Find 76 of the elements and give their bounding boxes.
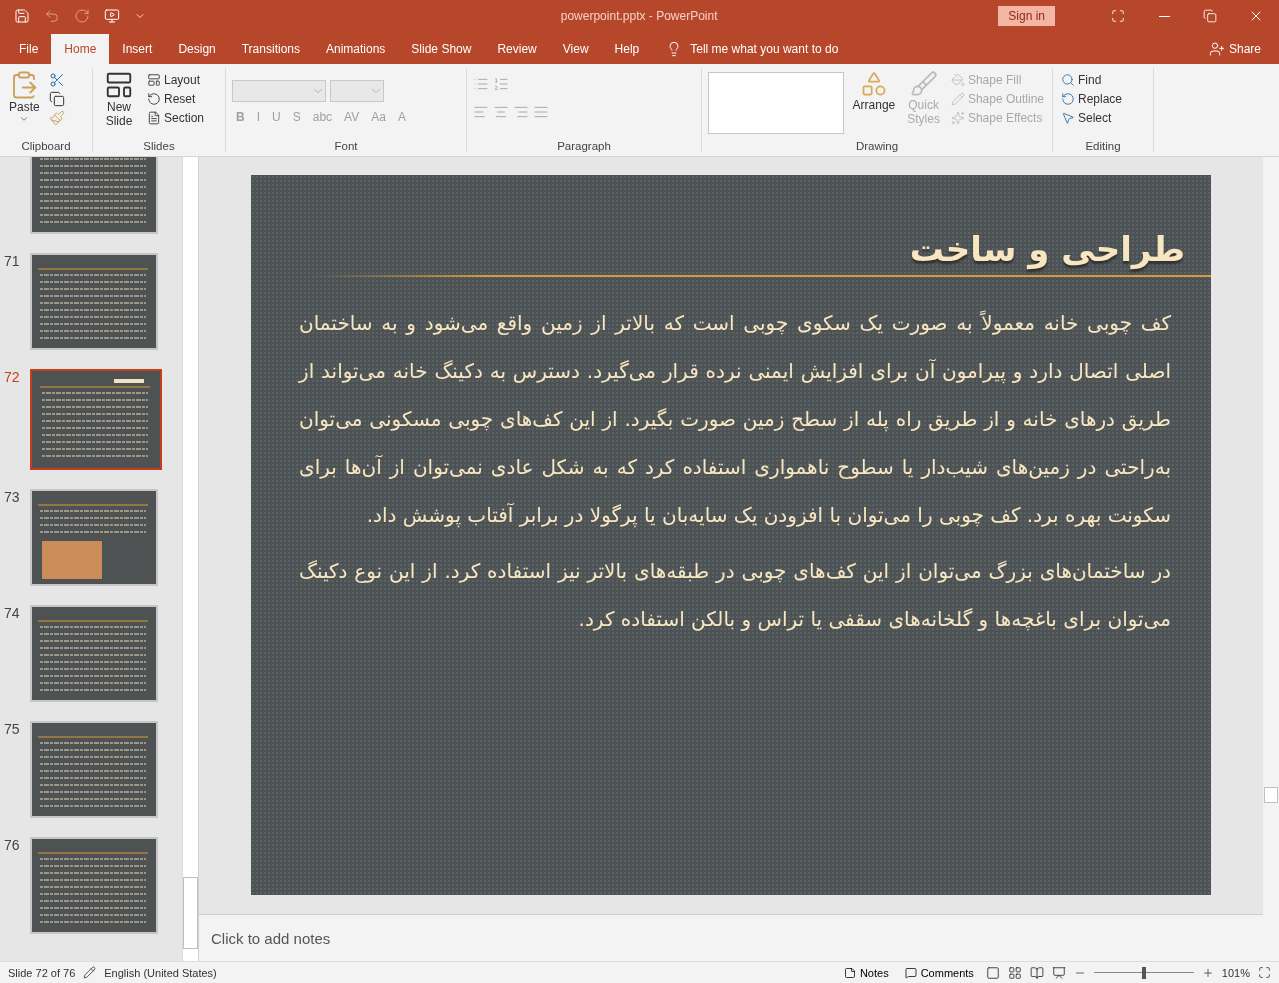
comment-icon: [904, 966, 917, 979]
slides-menu-button[interactable]: Section: [145, 110, 207, 126]
slideshow-icon: [1051, 965, 1066, 980]
slides-menu-button[interactable]: Layout: [145, 72, 207, 88]
notes-icon: [843, 966, 856, 979]
slide-number: 72: [3, 369, 21, 385]
slide-number: 75: [3, 721, 21, 737]
fit-slide-icon: [1258, 966, 1271, 979]
zoom-percent[interactable]: 101%: [1221, 966, 1250, 979]
language-text[interactable]: English (United States): [104, 966, 217, 979]
editing-button[interactable]: Select: [1059, 110, 1125, 126]
ribbon-tab[interactable]: File: [6, 34, 52, 64]
ribbon-tab[interactable]: Slide Show: [398, 34, 485, 64]
slideshow-icon: [104, 8, 120, 24]
group-label: Clipboard: [20, 140, 72, 152]
font-name-field[interactable]: [232, 80, 326, 102]
arrange-button[interactable]: Arrange: [849, 68, 899, 140]
slide-title: طراحی و ساخت: [909, 229, 1185, 269]
shape-format-icon: [950, 92, 965, 106]
slide-counter: Slide 72 of 76: [8, 966, 76, 979]
zoom-in-icon: [1201, 966, 1214, 979]
group-label: Editing: [1084, 140, 1122, 152]
zoom-thumb[interactable]: [1141, 966, 1146, 979]
scissors-icon: [48, 72, 65, 88]
editing-button[interactable]: Find: [1059, 72, 1125, 88]
minimize-icon[interactable]: [1158, 15, 1170, 17]
group-label: Slides: [142, 140, 176, 152]
scrollbar[interactable]: [182, 157, 198, 961]
slide-thumbnail[interactable]: [30, 369, 162, 470]
scrollbar[interactable]: [1263, 157, 1279, 961]
shape-format-icon: [950, 111, 965, 125]
brush-icon: [909, 70, 938, 98]
slide-paragraph: در ساختمان‌های بزرگ می‌توان از این کف‌های چوبی در طبقه‌های بالاتر نیز استفاده کرد. از این نوع دکینگ می‌توان برای باغچه‌ها و گلخانه‌های سقفی یا تراس و بالکن استفاده کرد.: [299, 558, 1171, 633]
paste-button[interactable]: Paste: [6, 68, 43, 140]
tell-me-text[interactable]: Tell me what you want to do: [690, 42, 839, 56]
group-label: Drawing: [854, 140, 900, 152]
caret-icon: [19, 114, 30, 124]
ribbon-tab[interactable]: Transitions: [228, 34, 313, 64]
ribbon-tab[interactable]: Help: [601, 34, 653, 64]
copy-icon: [48, 91, 65, 107]
notes-button[interactable]: Notes: [839, 966, 893, 979]
slide-paragraph: کف چوبی خانه معمولاً به صورت یک سکوی چوبی است که بالاتر از زمین واقع می‌شود و به ساختمان اصلی اتصال دارد و پیرامون آن برای افزایش ایمنی نرده قرار می‌گیرد. دسترس به دکینگ خانه می‌تواند از طریق درهای خانه و از طریق راه پله از سطح زمین صورت بگیرد. از این کف‌های چوبی مسکونی می‌توان به‌راحتی در زمین‌های شیب‌دار یا سطوح ناهمواری استفاده کرد که به شکل عادی نمی‌توان از آن‌ها برای سکونت بهره برد. کف چوبی را می‌توان با افزودن یک سایه‌بان یا پرگولا در برابر آفتاب پوشش داد.: [299, 309, 1171, 530]
ribbon-tab[interactable]: Review: [484, 34, 550, 64]
slide-number: 76: [3, 837, 21, 853]
editing-button[interactable]: Replace: [1059, 91, 1125, 107]
slide-number: 73: [3, 489, 21, 505]
undo-icon: [44, 8, 60, 24]
slides-menu-button[interactable]: Reset: [145, 91, 207, 107]
new-slide-button[interactable]: New Slide: [99, 68, 139, 140]
ribbon-display-icon: [1111, 9, 1125, 23]
ribbon-tab[interactable]: Home: [51, 34, 110, 64]
shape-format-icon: [950, 73, 965, 87]
font-size-field[interactable]: [330, 80, 384, 102]
reading-view-icon: [1029, 965, 1044, 980]
slide-number: 71: [3, 253, 21, 269]
comments-button[interactable]: Comments: [900, 966, 978, 979]
redo-icon: [74, 8, 90, 24]
sign-in-button[interactable]: Sign in: [998, 6, 1055, 26]
share-button[interactable]: Share: [1202, 34, 1267, 64]
group-label: Paragraph: [556, 140, 612, 152]
save-icon: [14, 8, 30, 24]
window-title: powerpoint.pptx - PowerPoint: [559, 9, 719, 23]
slide-icon: [104, 70, 134, 100]
share-icon: [1208, 41, 1225, 57]
grid-view-icon: [1007, 965, 1022, 980]
ribbon-tab[interactable]: Insert: [109, 34, 166, 64]
normal-view-icon: [985, 965, 1000, 980]
brush-icon: [48, 110, 65, 126]
notes-field[interactable]: Click to add notes: [209, 928, 613, 948]
restore-icon: [1203, 9, 1217, 23]
ribbon-tab[interactable]: Animations: [313, 34, 399, 64]
spelling-icon: [83, 966, 97, 979]
ribbon-tab[interactable]: Design: [165, 34, 229, 64]
slide-number: 74: [3, 605, 21, 621]
group-label: Font: [333, 140, 359, 152]
ribbon-tab[interactable]: View: [549, 34, 602, 64]
